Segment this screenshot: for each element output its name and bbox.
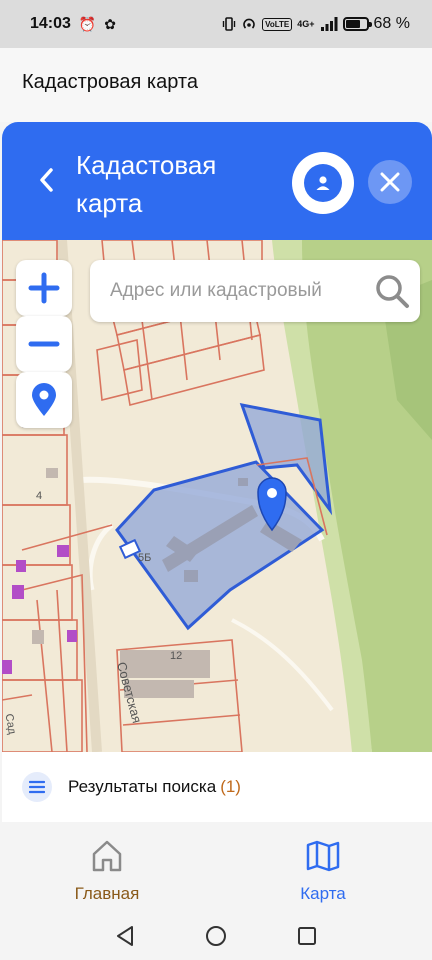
back-button[interactable] (32, 160, 62, 200)
widget-title: Кадастовая карта (76, 150, 217, 218)
status-notification-icons: ⏰ ✿ (78, 15, 118, 32)
system-navigation (0, 912, 432, 960)
battery-icon (342, 17, 372, 31)
status-indicators: VoLTE 4G+ 68 % (222, 15, 410, 33)
chevron-left-icon (40, 168, 53, 192)
map-label-house: 5Б (138, 552, 152, 564)
road (231, 618, 334, 712)
screen: 14:03 ⏰ ✿ VoLTE 4G+ 68 % Кадастровая кар… (0, 0, 432, 960)
back-triangle-icon[interactable] (114, 924, 136, 948)
results-label: Результаты поиска (68, 777, 217, 796)
nav-item-map[interactable]: Карта (263, 838, 383, 904)
home-icon (92, 840, 122, 872)
zoom-in-button[interactable] (16, 260, 72, 316)
search-results-bar[interactable]: Результаты поиска (1) (2, 752, 432, 822)
page-title: Кадастровая карта (0, 48, 432, 122)
vibrate-icon (222, 17, 236, 31)
zoom-out-button[interactable] (16, 316, 72, 372)
hotspot-icon (243, 18, 255, 29)
map-label-house: 4 (36, 490, 43, 502)
close-button[interactable] (368, 160, 412, 204)
plus-icon (28, 272, 60, 304)
search-icon[interactable] (374, 273, 410, 309)
user-icon (304, 164, 342, 202)
signal-icon (320, 17, 338, 31)
location-pin-icon (32, 383, 56, 416)
bottom-navigation: Главная Карта (0, 822, 432, 912)
nav-label-map: Карта (300, 884, 346, 903)
cadastral-map-widget: Кадастовая карта Советская 4 5Б 12 Сад А… (2, 122, 432, 822)
map-label-house: 12 (170, 650, 183, 662)
home-circle-icon[interactable] (204, 924, 228, 948)
minus-icon (28, 341, 60, 347)
list-icon (22, 772, 52, 802)
volte-badge: VoLTE (262, 17, 293, 31)
network-type: 4G+ (297, 19, 315, 29)
profile-button[interactable] (292, 152, 354, 214)
road (87, 523, 114, 591)
status-time: 14:03 (30, 15, 71, 32)
locate-button[interactable] (16, 372, 72, 428)
recents-square-icon[interactable] (296, 924, 318, 948)
status-bar: 14:03 ⏰ ✿ VoLTE 4G+ 68 % (0, 0, 432, 48)
search-bar (90, 260, 420, 322)
battery-level (345, 20, 360, 28)
battery-percent: 68 % (373, 15, 410, 32)
close-icon (380, 172, 400, 192)
widget-header: Кадастовая карта (2, 122, 432, 240)
search-input[interactable] (110, 280, 374, 302)
results-count: (1) (220, 777, 241, 796)
map-view[interactable]: Советская 4 5Б 5а 12 Сад (2, 240, 432, 752)
nav-item-home[interactable]: Главная (47, 838, 167, 904)
nav-label-home: Главная (74, 884, 140, 903)
map-icon (306, 840, 340, 872)
